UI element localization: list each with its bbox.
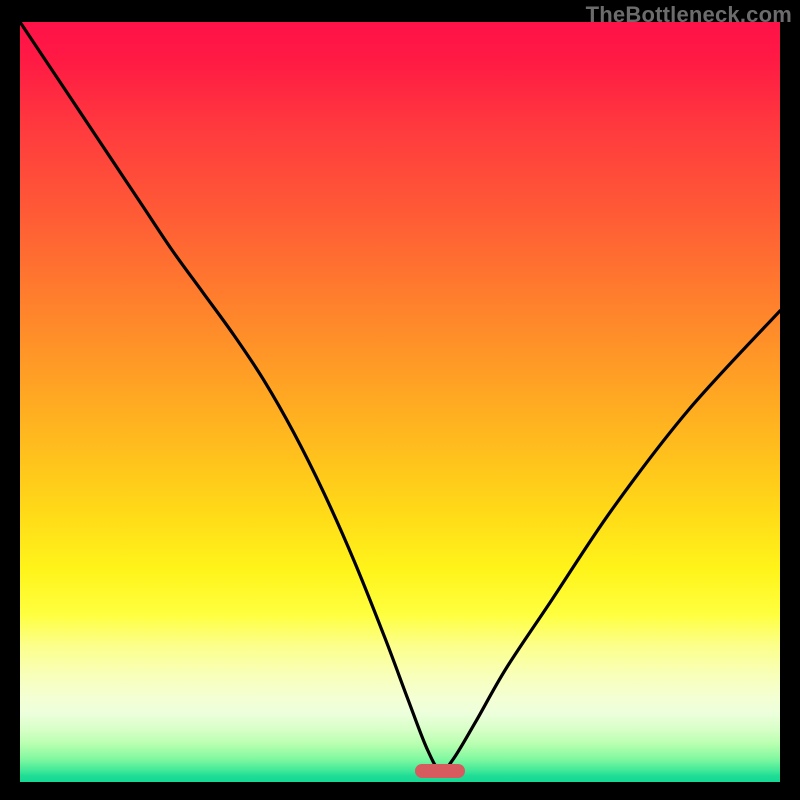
optimal-marker [415,764,465,778]
plot-area [20,22,780,782]
bottleneck-curve [20,22,780,782]
chart-frame: TheBottleneck.com [0,0,800,800]
